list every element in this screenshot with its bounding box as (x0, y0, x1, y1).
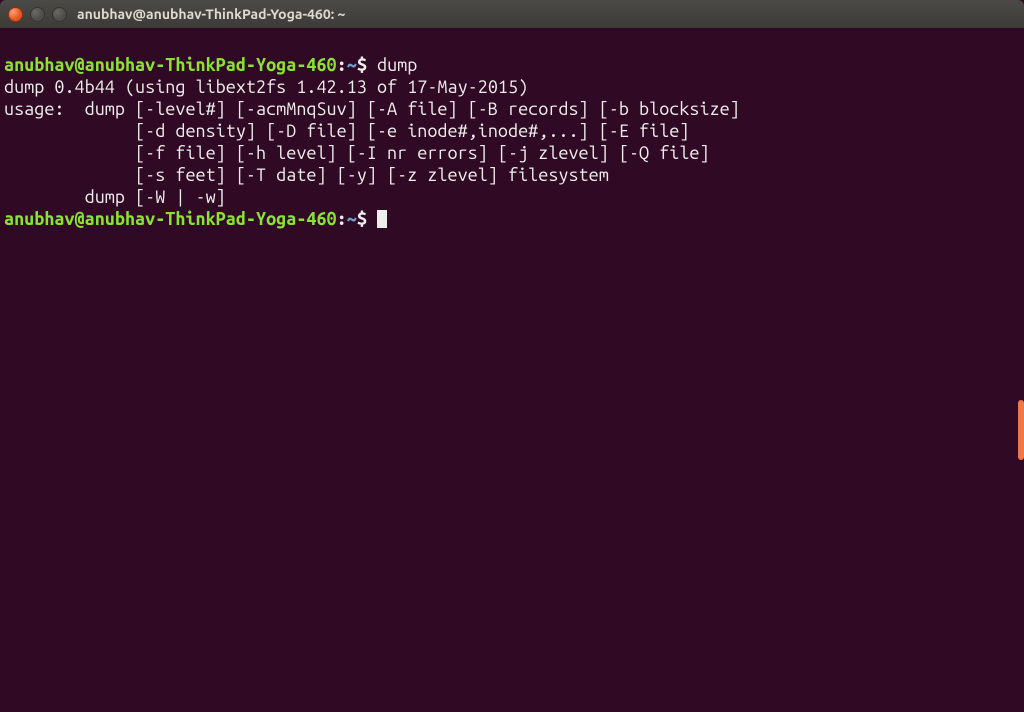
close-icon[interactable] (8, 7, 23, 22)
prompt-line-2: anubhav@anubhav-ThinkPad-Yoga-460:~$ (4, 209, 387, 229)
cursor (377, 210, 387, 228)
prompt-userhost: anubhav@anubhav-ThinkPad-Yoga-460 (4, 209, 337, 229)
prompt-dollar: $ (357, 209, 367, 229)
prompt-path: ~ (347, 55, 357, 75)
prompt-colon: : (337, 55, 347, 75)
output-line: [-f file] [-h level] [-I nr errors] [-j … (4, 143, 710, 163)
window-controls (8, 7, 67, 22)
command-text: dump (377, 55, 417, 75)
output-line: [-s feet] [-T date] [-y] [-z zlevel] fil… (4, 165, 609, 185)
prompt-path: ~ (347, 209, 357, 229)
minimize-icon[interactable] (30, 7, 45, 22)
prompt-dollar: $ (357, 55, 367, 75)
maximize-icon[interactable] (52, 7, 67, 22)
prompt-line-1: anubhav@anubhav-ThinkPad-Yoga-460:~$ dum… (4, 55, 417, 75)
prompt-userhost: anubhav@anubhav-ThinkPad-Yoga-460 (4, 55, 337, 75)
prompt-colon: : (337, 209, 347, 229)
window-title: anubhav@anubhav-ThinkPad-Yoga-460: ~ (77, 3, 345, 25)
output-line: dump [-W | -w] (4, 187, 226, 207)
output-line: usage: dump [-level#] [-acmMnqSuv] [-A f… (4, 99, 740, 119)
window-titlebar: anubhav@anubhav-ThinkPad-Yoga-460: ~ (0, 0, 1024, 28)
terminal-area[interactable]: anubhav@anubhav-ThinkPad-Yoga-460:~$ dum… (0, 28, 1024, 234)
output-line: [-d density] [-D file] [-e inode#,inode#… (4, 121, 689, 141)
scrollbar-thumb[interactable] (1018, 400, 1024, 460)
output-line: dump 0.4b44 (using libext2fs 1.42.13 of … (4, 77, 528, 97)
